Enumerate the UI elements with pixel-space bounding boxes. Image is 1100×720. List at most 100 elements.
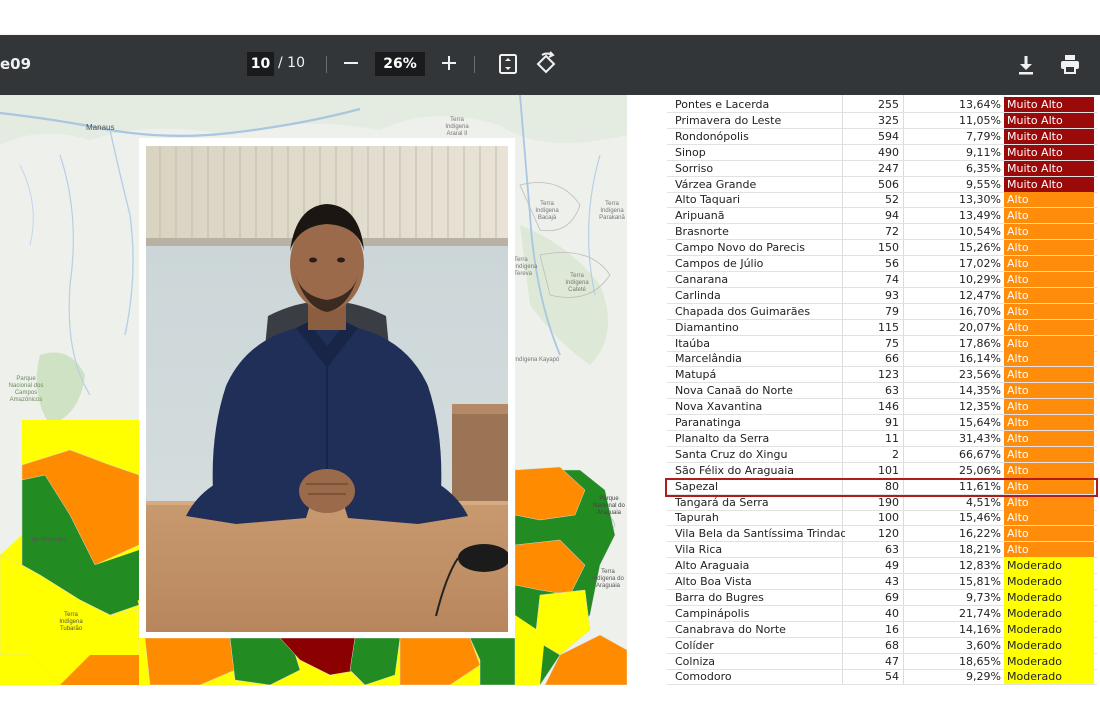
case-count: 40 [885,606,899,620]
risk-level-badge: Muito Alto [1004,128,1094,145]
municipality-name: Alto Taquari [675,193,741,207]
table-row: Vila Bela da Santíssima Trindade 120 16,22… [667,526,1097,543]
table-row: Nova Xavantina 146 12,35% Alto [667,399,1097,416]
municipality-name: Matupá [675,368,717,382]
case-count: 52 [885,193,899,207]
risk-level-badge: Alto [1004,462,1094,479]
case-count: 146 [878,400,899,414]
download-button[interactable] [1013,51,1039,77]
case-count: 68 [885,638,899,652]
municipality-name: Comodoro [675,670,732,684]
table-row: Carlinda 93 12,47% Alto [667,287,1097,304]
case-count: 150 [878,241,899,255]
map-label-terra-araguaia: Terra Indígena do Araguaia [592,569,624,589]
municipality-name: Carlinda [675,288,721,302]
percentage: 3,60% [966,638,1001,652]
case-count: 120 [878,527,899,541]
zoom-level-input[interactable]: 26% [375,52,425,76]
table-row: Campos de Júlio 56 17,02% Alto [667,256,1097,272]
municipality-name: Barra do Bugres [675,590,764,604]
print-button[interactable] [1057,51,1083,77]
municipality-name: Campo Novo do Parecis [675,241,806,255]
case-count: 123 [878,368,899,382]
risk-level-badge: Muito Alto [1004,97,1094,113]
fit-page-icon [499,54,517,74]
case-count: 63 [885,384,899,398]
municipality-name: Várzea Grande [675,177,757,191]
table-row: Campo Novo do Parecis 150 15,26% Alto [667,240,1097,257]
highlighted-row-sapezal [665,478,1098,497]
zoom-out-button[interactable] [338,49,364,77]
percentage: 16,14% [959,352,1001,366]
fit-to-page-button[interactable] [495,51,521,77]
table-row: Vila Rica 63 18,21% Alto [667,542,1097,559]
case-count: 75 [885,336,899,350]
risk-level-badge: Alto [1004,287,1094,304]
municipality-name: Brasnorte [675,225,729,239]
table-row: Canarana 74 10,29% Alto [667,271,1097,288]
municipality-name: Alto Araguaia [675,559,750,573]
municipality-name: Marcelândia [675,352,742,366]
risk-level-badge: Alto [1004,430,1094,447]
current-page-input[interactable]: 10 [247,52,274,76]
case-count: 43 [885,575,899,588]
case-count: 16 [885,622,899,636]
percentage: 9,11% [966,145,1001,159]
percentage: 16,70% [959,304,1001,318]
case-count: 69 [885,590,899,604]
case-count: 66 [885,352,899,366]
percentage: 13,49% [959,209,1001,223]
percentage: 9,29% [966,670,1001,684]
percentage: 11,05% [959,113,1001,127]
risk-level-badge: Moderado [1004,621,1094,638]
table-row: Alto Taquari 52 13,30% Alto [667,192,1097,209]
zoom-in-button[interactable] [436,49,462,77]
percentage: 21,74% [959,606,1001,620]
case-count: 490 [878,145,899,159]
percentage: 23,56% [959,368,1001,382]
municipality-name: Canarana [675,272,729,286]
table-row: Sinop 490 9,11% Muito Alto [667,144,1097,161]
risk-level-badge: Alto [1004,271,1094,288]
rotate-button[interactable] [533,51,559,77]
municipality-name: Nova Xavantina [675,400,763,414]
municipality-name: Alto Boa Vista [675,575,752,588]
table-row: Primavera do Leste 325 11,05% Muito Alto [667,112,1097,129]
case-count: 74 [885,272,899,286]
table-row: Colniza 47 18,65% Moderado [667,653,1097,670]
risk-level-badge: Muito Alto [1004,112,1094,129]
case-count: 56 [885,257,899,270]
risk-level-badge: Moderado [1004,605,1094,622]
percentage: 9,55% [966,177,1001,191]
download-icon [1019,56,1033,75]
table-row: Campinápolis 40 21,74% Moderado [667,605,1097,622]
portrait-photo [146,146,508,632]
percentage: 12,35% [959,400,1001,414]
municipality-name: Planalto da Serra [675,431,770,445]
table-row: São Félix do Araguaia 101 25,06% Alto [667,462,1097,479]
case-count: 115 [878,320,899,334]
percentage: 10,54% [959,225,1001,239]
table-row: Aripuanã 94 13,49% Alto [667,208,1097,225]
percentage: 7,79% [966,129,1001,143]
percentage: 16,22% [959,527,1001,541]
table-row: Pontes e Lacerda 255 13,64% Muito Alto [667,97,1097,113]
municipality-name: Pontes e Lacerda [675,98,770,111]
risk-level-badge: Alto [1004,224,1094,241]
case-count: 79 [885,304,899,318]
municipality-name: Vila Bela da Santíssima Trindade [675,527,845,541]
risk-level-badge: Alto [1004,256,1094,272]
table-row: Diamantino 115 20,07% Alto [667,319,1097,336]
municipality-name: Santa Cruz do Xingu [675,447,788,461]
case-count: 2 [892,447,899,461]
table-row: Santa Cruz do Xingu 2 66,67% Alto [667,446,1097,463]
table-row: Sorriso 247 6,35% Muito Alto [667,160,1097,177]
risk-level-badge: Alto [1004,510,1094,527]
percentage: 14,35% [959,384,1001,398]
pdf-page-content: Manaus Terra Indígena Araral II Terra In… [0,95,1100,685]
table-row: Várzea Grande 506 9,55% Muito Alto [667,176,1097,193]
map-label-indigena-kayapo: Indígena Kayapó [514,357,560,363]
case-count: 54 [885,670,899,684]
map-label-terra-araral: Terra Indígena Araral II [445,117,469,137]
map-label-parque-campos: Parque Nacional dos Campos Amazônicos [8,376,44,403]
